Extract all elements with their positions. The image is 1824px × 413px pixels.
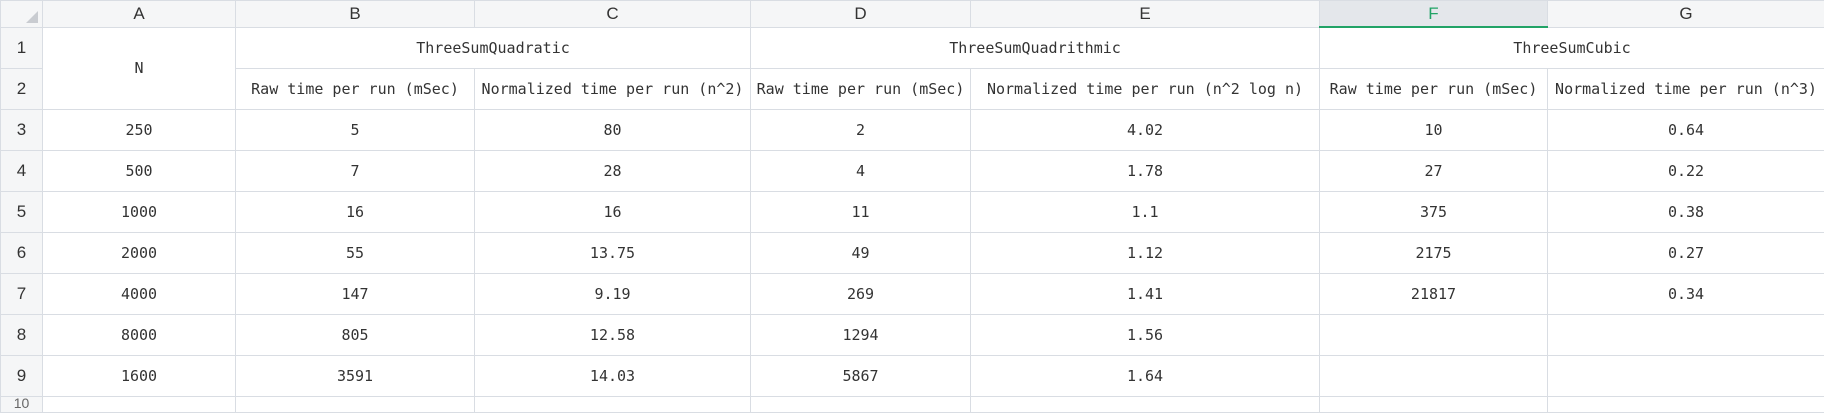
cell-b6[interactable]: 55 — [236, 232, 475, 273]
row-header-8[interactable]: 8 — [1, 314, 43, 355]
cell-f9[interactable] — [1320, 355, 1548, 396]
cell-g10[interactable] — [1548, 396, 1824, 412]
row-header-2[interactable]: 2 — [1, 68, 43, 109]
cell-e2[interactable]: Normalized time per run (n^2 log n) — [971, 68, 1320, 109]
cell-a10[interactable] — [43, 396, 236, 412]
cell-c4[interactable]: 28 — [475, 150, 751, 191]
cell-g9[interactable] — [1548, 355, 1824, 396]
cell-d7[interactable]: 269 — [751, 273, 971, 314]
cell-d10[interactable] — [751, 396, 971, 412]
cell-d4[interactable]: 4 — [751, 150, 971, 191]
column-header-f[interactable]: F — [1320, 1, 1548, 28]
cell-a3[interactable]: 250 — [43, 109, 236, 150]
cell-d1-quadrithmic-header[interactable]: ThreeSumQuadrithmic — [751, 27, 1320, 68]
cell-d8[interactable]: 1294 — [751, 314, 971, 355]
cell-d9[interactable]: 5867 — [751, 355, 971, 396]
cell-b9[interactable]: 3591 — [236, 355, 475, 396]
cell-c3[interactable]: 80 — [475, 109, 751, 150]
cell-f2[interactable]: Raw time per run (mSec) — [1320, 68, 1548, 109]
cell-e8[interactable]: 1.56 — [971, 314, 1320, 355]
cell-b1-quadratic-header[interactable]: ThreeSumQuadratic — [236, 27, 751, 68]
cell-e6[interactable]: 1.12 — [971, 232, 1320, 273]
cell-d2[interactable]: Raw time per run (mSec) — [751, 68, 971, 109]
cell-e5[interactable]: 1.1 — [971, 191, 1320, 232]
row-header-6[interactable]: 6 — [1, 232, 43, 273]
row-header-5[interactable]: 5 — [1, 191, 43, 232]
column-header-g[interactable]: G — [1548, 1, 1824, 28]
cell-d3[interactable]: 2 — [751, 109, 971, 150]
cell-b4[interactable]: 7 — [236, 150, 475, 191]
cell-c6[interactable]: 13.75 — [475, 232, 751, 273]
cell-g5[interactable]: 0.38 — [1548, 191, 1824, 232]
cell-a1[interactable]: N — [43, 27, 236, 109]
cell-f5[interactable]: 375 — [1320, 191, 1548, 232]
column-header-b[interactable]: B — [236, 1, 475, 28]
cell-a7[interactable]: 4000 — [43, 273, 236, 314]
cell-b5[interactable]: 16 — [236, 191, 475, 232]
column-header-d[interactable]: D — [751, 1, 971, 28]
cell-f6[interactable]: 2175 — [1320, 232, 1548, 273]
spreadsheet-grid: A B C D E F G 1 N ThreeSumQuadratic Thre… — [0, 0, 1824, 413]
row-header-3[interactable]: 3 — [1, 109, 43, 150]
row-header-9[interactable]: 9 — [1, 355, 43, 396]
cell-c2[interactable]: Normalized time per run (n^2) — [475, 68, 751, 109]
row-header-1[interactable]: 1 — [1, 27, 43, 68]
column-header-c[interactable]: C — [475, 1, 751, 28]
cell-f10[interactable] — [1320, 396, 1548, 412]
cell-f7[interactable]: 21817 — [1320, 273, 1548, 314]
cell-b8[interactable]: 805 — [236, 314, 475, 355]
cell-a4[interactable]: 500 — [43, 150, 236, 191]
cell-c10[interactable] — [475, 396, 751, 412]
row-header-7[interactable]: 7 — [1, 273, 43, 314]
cell-g4[interactable]: 0.22 — [1548, 150, 1824, 191]
cell-g8[interactable] — [1548, 314, 1824, 355]
cell-g3[interactable]: 0.64 — [1548, 109, 1824, 150]
cell-c8[interactable]: 12.58 — [475, 314, 751, 355]
row-header-4[interactable]: 4 — [1, 150, 43, 191]
cell-e7[interactable]: 1.41 — [971, 273, 1320, 314]
cell-b7[interactable]: 147 — [236, 273, 475, 314]
cell-c9[interactable]: 14.03 — [475, 355, 751, 396]
cell-a5[interactable]: 1000 — [43, 191, 236, 232]
cell-f8[interactable] — [1320, 314, 1548, 355]
column-header-a[interactable]: A — [43, 1, 236, 28]
cell-f3[interactable]: 10 — [1320, 109, 1548, 150]
cell-g7[interactable]: 0.34 — [1548, 273, 1824, 314]
cell-a6[interactable]: 2000 — [43, 232, 236, 273]
cell-g6[interactable]: 0.27 — [1548, 232, 1824, 273]
cell-e3[interactable]: 4.02 — [971, 109, 1320, 150]
cell-e9[interactable]: 1.64 — [971, 355, 1320, 396]
cell-d6[interactable]: 49 — [751, 232, 971, 273]
cell-c5[interactable]: 16 — [475, 191, 751, 232]
cell-b10[interactable] — [236, 396, 475, 412]
cell-b3[interactable]: 5 — [236, 109, 475, 150]
cell-a9[interactable]: 1600 — [43, 355, 236, 396]
column-header-e[interactable]: E — [971, 1, 1320, 28]
cell-g2[interactable]: Normalized time per run (n^3) — [1548, 68, 1824, 109]
cell-b2[interactable]: Raw time per run (mSec) — [236, 68, 475, 109]
row-header-10[interactable]: 10 — [1, 396, 43, 412]
cell-f1-cubic-header[interactable]: ThreeSumCubic — [1320, 27, 1824, 68]
cell-e4[interactable]: 1.78 — [971, 150, 1320, 191]
cell-d5[interactable]: 11 — [751, 191, 971, 232]
cell-a8[interactable]: 8000 — [43, 314, 236, 355]
select-all-corner[interactable] — [1, 1, 43, 28]
select-all-triangle-icon — [26, 11, 38, 23]
cell-f4[interactable]: 27 — [1320, 150, 1548, 191]
cell-c7[interactable]: 9.19 — [475, 273, 751, 314]
cell-e10[interactable] — [971, 396, 1320, 412]
